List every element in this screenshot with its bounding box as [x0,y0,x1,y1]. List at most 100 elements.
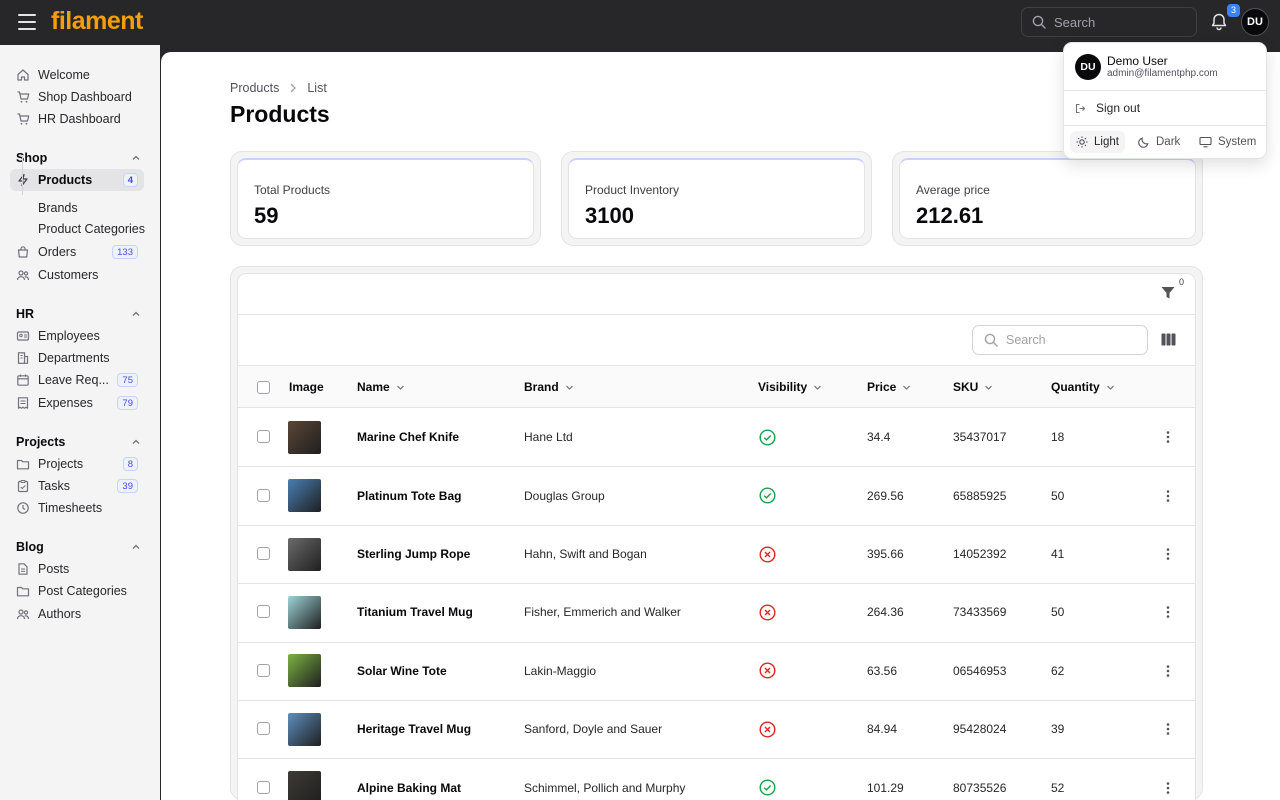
chevron-up-icon[interactable] [131,542,141,552]
sidebar-item-label: Authors [38,607,82,621]
row-checkbox[interactable] [257,547,270,560]
sidebar-item-expenses[interactable]: Expenses 79 [10,392,144,414]
cell-sku: 65885925 [953,488,1007,503]
filter-count-badge: 0 [1179,277,1185,287]
column-header-sku[interactable]: SKU [953,380,993,394]
column-header-visibility[interactable]: Visibility [758,380,822,394]
cell-brand: Schimmel, Pollich and Murphy [524,780,686,795]
topbar: filament 3 DU [0,0,1280,45]
sign-out-icon [1075,103,1086,113]
table-search-input[interactable] [1006,333,1136,347]
cell-name: Alpine Baking Mat [357,780,462,795]
user-avatar[interactable]: DU [1241,8,1269,36]
theme-system-button[interactable]: System [1193,131,1262,153]
sidebar-item-departments[interactable]: Departments [10,347,144,369]
global-search-input[interactable] [1054,14,1184,30]
row-checkbox[interactable] [257,663,270,677]
column-header-name[interactable]: Name [357,380,405,394]
chevron-up-icon[interactable] [131,153,141,163]
bell-icon[interactable] [1209,12,1229,32]
filter-icon[interactable] [1160,285,1176,301]
theme-dark-button[interactable]: Dark [1132,131,1186,153]
row-checkbox[interactable] [257,722,270,736]
cell-price: 101.29 [867,780,904,795]
row-actions-icon[interactable] [1165,489,1171,503]
sidebar-item-label: Shop Dashboard [38,90,132,104]
stat-label: Product Inventory [585,183,680,197]
sidebar-item-posts[interactable]: Posts [10,558,144,580]
stat-value: 59 [254,203,279,228]
sidebar-item-brands[interactable]: Brands [38,201,78,215]
count-badge: 133 [112,245,138,259]
row-actions-icon[interactable] [1165,722,1171,736]
sidebar-item-authors[interactable]: Authors [10,603,144,625]
stat-card-body: Average price 212.61 [899,158,1196,239]
sidebar-item-leave-requests[interactable]: Leave Req... 75 [10,369,144,391]
folder-icon [16,586,30,597]
sidebar-item-post-categories[interactable]: Post Categories [10,580,144,602]
stat-card-body: Product Inventory 3100 [568,158,865,239]
column-header-brand[interactable]: Brand [524,380,574,394]
divider [238,641,1195,643]
sidebar-item-projects[interactable]: Projects 8 [10,453,144,475]
sidebar-item-shop-dashboard[interactable]: Shop Dashboard [10,86,144,108]
column-label: Quantity [1051,380,1100,394]
row-checkbox[interactable] [257,605,270,619]
sidebar-item-tasks[interactable]: Tasks 39 [10,475,144,497]
row-checkbox[interactable] [257,430,270,444]
row-checkbox[interactable] [257,780,270,794]
chevron-down-icon [565,385,573,390]
search-icon [1032,15,1046,29]
select-all-checkbox[interactable] [257,381,270,394]
column-header-quantity[interactable]: Quantity [1051,380,1115,394]
column-label: SKU [953,380,979,394]
theme-light-button[interactable]: Light [1070,131,1125,153]
cell-name: Sterling Jump Rope [357,547,471,561]
table-search[interactable] [972,325,1148,355]
cell-brand: Hahn, Swift and Bogan [524,547,647,561]
count-badge: 39 [117,479,138,493]
chevron-up-icon[interactable] [131,309,141,319]
cell-visibility [759,545,776,563]
logo[interactable]: filament [51,7,143,36]
count-badge: 79 [117,396,138,410]
sidebar-group-projects: Projects [16,435,66,449]
sidebar-item-label: Projects [38,457,84,471]
sidebar-item-product-categories[interactable]: Product Categories [38,222,145,236]
divider [238,466,1195,468]
cell-brand: Sanford, Doyle and Sauer [524,722,663,737]
cell-sku: 14052392 [953,547,1007,561]
bolt-icon [18,173,28,187]
sidebar-item-employees[interactable]: Employees [10,325,144,347]
sidebar-group-shop: Shop [16,151,48,165]
columns-icon[interactable] [1161,333,1176,346]
row-actions-icon[interactable] [1165,547,1171,561]
cell-price: 264.36 [867,605,904,620]
count-badge: 4 [122,173,138,187]
sidebar-item-welcome[interactable]: Welcome [10,64,144,86]
sidebar-item-products[interactable]: Products 4 [10,169,144,191]
stat-value: 3100 [585,203,634,228]
cell-visibility [759,604,776,621]
cell-sku: 06546953 [953,663,1007,678]
row-actions-icon[interactable] [1165,430,1171,444]
row-checkbox[interactable] [257,488,270,502]
users-icon [16,270,30,281]
row-actions-icon[interactable] [1165,781,1171,795]
sidebar-item-customers[interactable]: Customers [10,264,144,286]
sidebar-item-hr-dashboard[interactable]: HR Dashboard [10,108,144,130]
row-actions-icon[interactable] [1165,664,1171,678]
clock-icon [17,502,29,514]
chevron-up-icon[interactable] [131,437,141,447]
sign-out-button[interactable]: Sign out [1075,99,1255,117]
breadcrumb-link-products[interactable]: Products [230,81,279,95]
sidebar-item-orders[interactable]: Orders 133 [10,241,144,263]
global-search[interactable] [1021,7,1197,37]
menu-icon[interactable] [18,14,36,30]
column-header-price[interactable]: Price [867,380,911,394]
cell-sku: 95428024 [953,722,1007,737]
sidebar-item-timesheets[interactable]: Timesheets [10,497,144,519]
sun-icon [1076,136,1088,148]
row-actions-icon[interactable] [1165,605,1171,619]
search-icon [984,333,998,347]
